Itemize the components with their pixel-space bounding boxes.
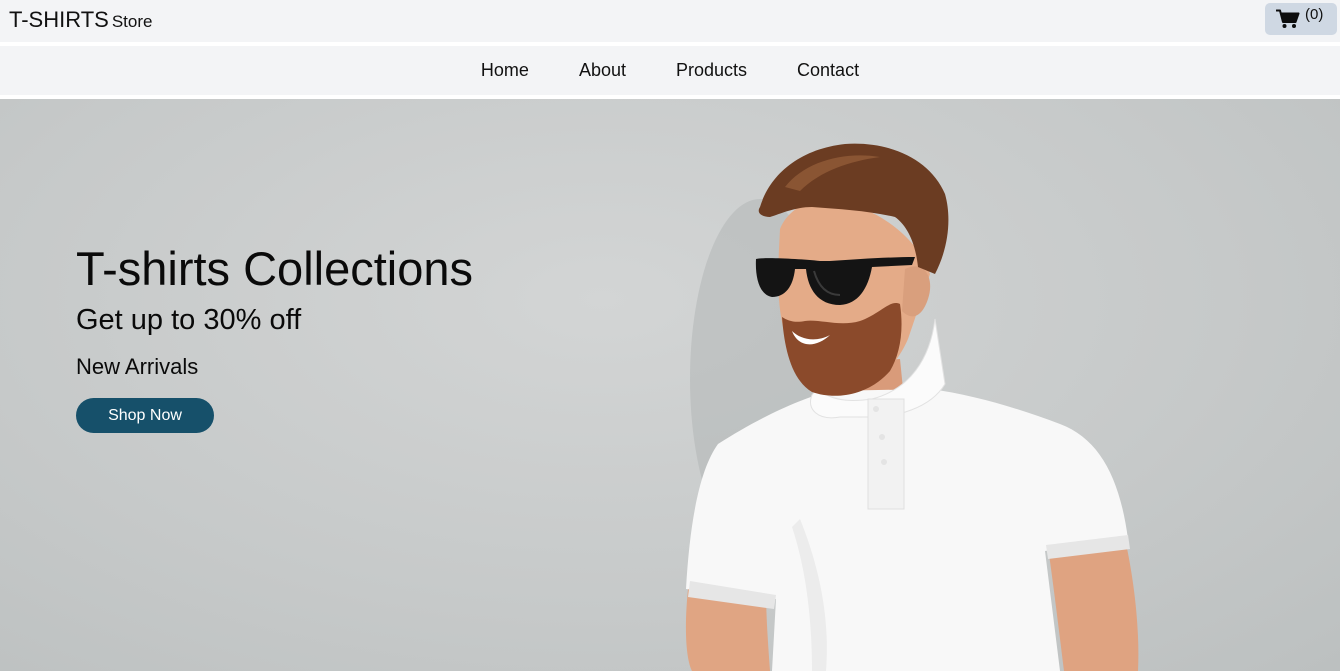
brand-name: T-SHIRTS — [9, 7, 109, 32]
nav-link-contact[interactable]: Contact — [797, 60, 859, 81]
shop-now-button[interactable]: Shop Now — [76, 398, 214, 433]
top-bar: T-SHIRTS Store (0) — [0, 0, 1340, 42]
hero-banner: T-shirts Collections Get up to 30% off N… — [0, 99, 1340, 671]
nav-link-products[interactable]: Products — [676, 60, 747, 81]
shopping-cart-icon — [1276, 9, 1300, 28]
brand-subtitle: Store — [111, 12, 153, 31]
hero-title: T-shirts Collections — [76, 242, 473, 295]
hero-subtitle: Get up to 30% off — [76, 304, 302, 336]
hero-image — [685, 143, 1139, 671]
cart-button[interactable]: (0) — [1265, 3, 1337, 35]
nav-link-about[interactable]: About — [579, 60, 626, 81]
brand-logo[interactable]: T-SHIRTS Store — [9, 7, 152, 33]
hero-tagline: New Arrivals — [76, 354, 199, 379]
main-nav: Home About Products Contact — [0, 46, 1340, 95]
cart-count: (0) — [1305, 6, 1324, 23]
nav-link-home[interactable]: Home — [481, 60, 529, 81]
